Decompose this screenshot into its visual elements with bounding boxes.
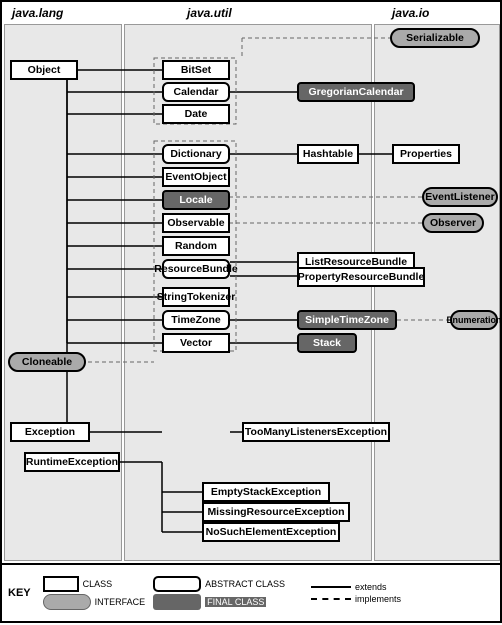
- key-col-boxes: CLASS INTERFACE: [43, 576, 146, 610]
- box-event-object: EventObject: [162, 167, 230, 187]
- key-interface-icon: [43, 594, 91, 610]
- box-locale: Locale: [162, 190, 230, 210]
- box-stack: Stack: [297, 333, 357, 353]
- key-final-label: FINAL CLASS: [205, 597, 266, 607]
- box-object: Object: [10, 60, 78, 80]
- box-too-many-listeners: TooManyListenersException: [242, 422, 390, 442]
- key-extends-line: [311, 586, 351, 588]
- box-serializable: Serializable: [390, 28, 480, 48]
- box-bitset: BitSet: [162, 60, 230, 80]
- box-random: Random: [162, 236, 230, 256]
- key-implements-label: implements: [355, 594, 401, 604]
- key-col-boxes2: ABSTRACT CLASS FINAL CLASS: [153, 576, 285, 610]
- box-calendar: Calendar: [162, 82, 230, 102]
- box-missing-resource: MissingResourceException: [202, 502, 350, 522]
- col-java-lang-panel: [4, 24, 122, 561]
- box-string-tokenizer: StringTokenizer: [162, 287, 230, 307]
- box-exception: Exception: [10, 422, 90, 442]
- box-hashtable: Hashtable: [297, 144, 359, 164]
- box-timezone: TimeZone: [162, 310, 230, 330]
- key-abstract-icon: [153, 576, 201, 592]
- key-section: KEY CLASS INTERFACE ABSTRACT CLASS FINAL…: [2, 563, 500, 621]
- box-observable: Observable: [162, 213, 230, 233]
- box-enumeration: Enumeration: [450, 310, 498, 330]
- box-observer: Observer: [422, 213, 484, 233]
- key-class-label: CLASS: [83, 579, 113, 589]
- box-date: Date: [162, 104, 230, 124]
- box-event-listener: EventListener: [422, 187, 498, 207]
- header-java-io: java.io: [392, 6, 429, 20]
- box-empty-stack: EmptyStackException: [202, 482, 330, 502]
- key-extends-label: extends: [355, 582, 387, 592]
- key-row-class: CLASS: [43, 576, 146, 592]
- key-implements-line: [311, 598, 351, 600]
- header-java-lang: java.lang: [12, 6, 63, 20]
- key-class-icon: [43, 576, 79, 592]
- key-col-lines: extends implements: [311, 582, 401, 604]
- diagram-container: java.lang java.util java.io: [0, 0, 502, 623]
- key-final-icon: [153, 594, 201, 610]
- header-java-util: java.util: [187, 6, 232, 20]
- box-property-resource-bundle: PropertyResourceBundle: [297, 267, 425, 287]
- key-row-final: FINAL CLASS: [153, 594, 285, 610]
- box-gregorian-calendar: GregorianCalendar: [297, 82, 415, 102]
- box-simple-timezone: SimpleTimeZone: [297, 310, 397, 330]
- key-row-implements: implements: [311, 594, 401, 604]
- col-java-io-panel: [374, 24, 500, 561]
- box-properties: Properties: [392, 144, 460, 164]
- key-label: KEY: [8, 587, 31, 599]
- box-cloneable: Cloneable: [8, 352, 86, 372]
- key-row-extends: extends: [311, 582, 401, 592]
- box-no-such-element: NoSuchElementException: [202, 522, 340, 542]
- key-row-interface: INTERFACE: [43, 594, 146, 610]
- box-vector: Vector: [162, 333, 230, 353]
- key-row-abstract: ABSTRACT CLASS: [153, 576, 285, 592]
- box-dictionary: Dictionary: [162, 144, 230, 164]
- box-resource-bundle: ResourceBundle: [162, 259, 230, 279]
- key-abstract-label: ABSTRACT CLASS: [205, 579, 285, 589]
- box-runtime-exception: RuntimeException: [24, 452, 120, 472]
- key-interface-label: INTERFACE: [95, 597, 146, 607]
